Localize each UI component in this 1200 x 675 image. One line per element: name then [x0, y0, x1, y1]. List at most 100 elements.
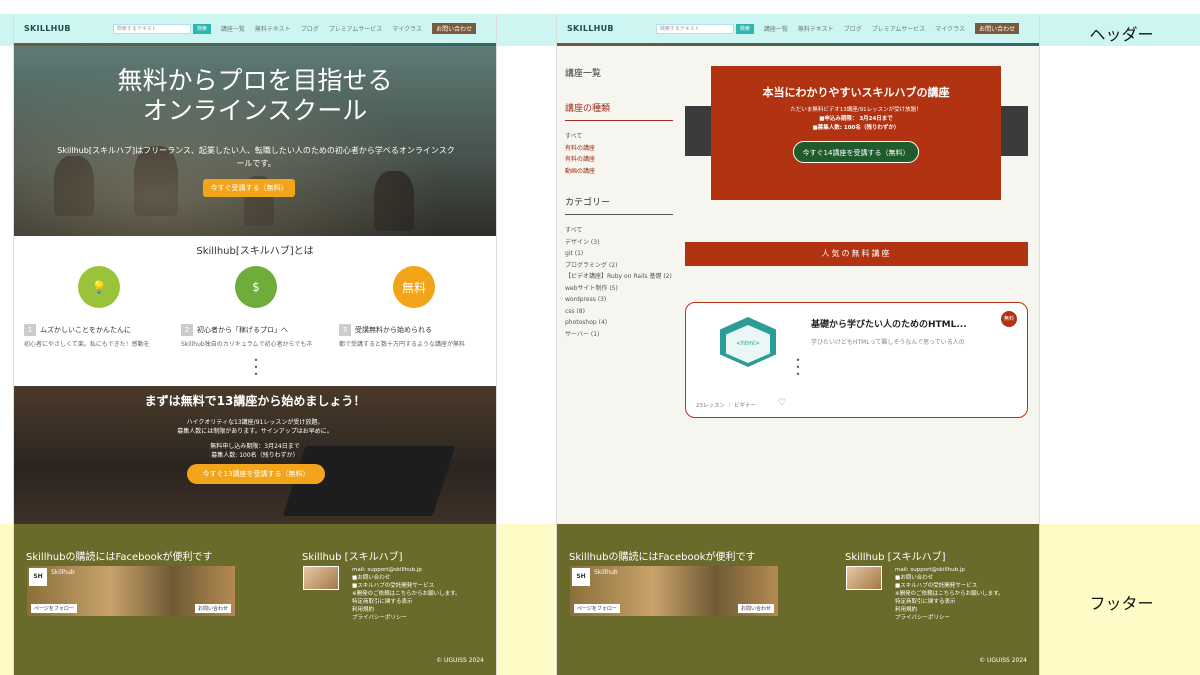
feature-title: ムズかしいことをかんたんに: [40, 326, 131, 334]
footer-link-dev[interactable]: ■スキルハブの受託開発サービス: [352, 582, 461, 590]
nav-courses[interactable]: 講座一覧: [764, 24, 788, 33]
feature-card: 無料 3 受講無料から始められる 都で受講すると数十万円するような講座が無料: [339, 266, 489, 358]
sidebar-category-item[interactable]: wordpress (3): [565, 294, 673, 306]
sidebar-category-item[interactable]: git (1): [565, 248, 673, 260]
sidebar-kind-item[interactable]: すべて: [565, 131, 673, 143]
sidebar-kind-item[interactable]: 動画の講座: [565, 166, 673, 178]
promo-title: 本当にわかりやすいスキルハブの講座: [762, 86, 950, 99]
footer-links: mail: support@skillhub.jp ■お問い合わせ ■スキルハブ…: [352, 566, 461, 622]
footer-link-law[interactable]: 特定商取引に関する表示: [352, 598, 461, 606]
site-footer: Skillhubの購読にはFacebookが便利です SH Skillhub ペ…: [14, 524, 496, 675]
popular-courses-heading: 人気の無料講座: [685, 242, 1028, 266]
promo-signup-button[interactable]: 今すぐ14講座を受講する（無料）: [792, 141, 920, 163]
site-footer: Skillhubの購読にはFacebookが便利です SH Skillhub ペ…: [557, 524, 1039, 675]
sidebar-categories-heading: カテゴリー: [565, 198, 611, 208]
footer-links: mail: support@skillhub.jp ■お問い合わせ ■スキルハブ…: [895, 566, 1004, 622]
facebook-page-widget[interactable]: SH Skillhub ページをフォロー お問い合わせ: [27, 566, 235, 616]
facebook-page-logo: SH: [29, 568, 47, 586]
sidebar-kind-item[interactable]: 有料の講座: [565, 143, 673, 155]
signup-cta-section: まずは無料で13講座から始めましょう！ ハイクオリティな13講座/91レッスンが…: [14, 386, 496, 526]
footer-mail[interactable]: mail: support@skillhub.jp: [895, 566, 1004, 574]
footer-about-heading: Skillhub [スキルハブ]: [302, 552, 403, 563]
footer-link-law[interactable]: 特定商取引に関する表示: [895, 598, 1004, 606]
money-bag-icon: $: [235, 266, 277, 308]
copyright: © UGUISS 2024: [436, 657, 484, 664]
facebook-follow-button[interactable]: ページをフォロー: [31, 604, 77, 613]
search-form: 検索するテキスト 検索: [655, 23, 754, 34]
sidebar-category-item[interactable]: photoshop (4): [565, 317, 673, 329]
facebook-message-button[interactable]: お問い合わせ: [737, 604, 774, 613]
lightbulb-icon: 💡: [78, 266, 120, 308]
footer-link-dev[interactable]: ■スキルハブの受託開発サービス: [895, 582, 1004, 590]
copyright: © UGUISS 2024: [979, 657, 1027, 664]
contact-button[interactable]: お問い合わせ: [975, 23, 1020, 34]
site-logo[interactable]: SKILLHUB: [567, 24, 614, 33]
hero-subtitle: Skillhub[スキルハブ]はフリーランス、起業したい人、転職したい人のための…: [57, 146, 455, 168]
sidebar-kinds-heading: 講座の種類: [565, 104, 611, 114]
search-input[interactable]: 検索するテキスト: [112, 23, 191, 34]
nav-my-class[interactable]: マイクラス: [392, 24, 422, 33]
footer-link-terms[interactable]: 利用規約: [895, 606, 1004, 614]
course-description: 学びたいけどもHTMLって難しそうなんで思っている人の: [811, 339, 965, 346]
nav-free-texts[interactable]: 無料テキスト: [255, 24, 291, 33]
course-sidebar: 講座一覧 講座の種類 すべて 有料の講座 有料の講座 動画の講座 カテゴリー す…: [565, 66, 673, 340]
sidebar-title: 講座一覧: [565, 69, 602, 79]
footer-note: ※開発のご依頼はこちらからお願いします。: [895, 591, 1004, 597]
course-title[interactable]: 基礎から学びたい人のためのHTML...: [811, 317, 967, 330]
search-button[interactable]: 検索: [192, 23, 211, 34]
hero-title: 無料からプロを目指せる オンラインスクール: [117, 66, 393, 125]
nav-courses[interactable]: 講座一覧: [221, 24, 245, 33]
hero-cta-button[interactable]: 今すぐ受講する（無料）: [203, 179, 295, 197]
nav-premium[interactable]: プレミアムサービス: [872, 24, 926, 33]
sidebar-category-item[interactable]: webサイト制作 (5): [565, 283, 673, 295]
cta-signup-button[interactable]: 今すぐ13講座を受講する（無料）: [187, 464, 325, 484]
omission-dots-icon: • • •: [795, 356, 801, 379]
nav-free-texts[interactable]: 無料テキスト: [798, 24, 834, 33]
footer-link-privacy[interactable]: プライバシーポリシー: [352, 614, 461, 622]
cta-title: まずは無料で13講座から始めましょう！: [144, 394, 366, 408]
site-header: SKILLHUB 検索するテキスト 検索 講座一覧 無料テキスト ブログ プレミ…: [14, 14, 496, 43]
feature-title: 受講無料から始められる: [355, 326, 432, 334]
nav-premium[interactable]: プレミアムサービス: [329, 24, 383, 33]
sidebar-category-item[interactable]: 【ビデオ講座】Ruby on Rails 基礎 (2): [565, 271, 673, 283]
heart-icon[interactable]: ♡: [778, 398, 786, 408]
about-title: Skillhub[スキルハブ]とは: [196, 246, 314, 257]
omission-dots-icon: • • •: [253, 356, 259, 379]
page-top-screenshot: SKILLHUB 検索するテキスト 検索 講座一覧 無料テキスト ブログ プレミ…: [13, 14, 497, 675]
search-button[interactable]: 検索: [735, 23, 754, 34]
course-card[interactable]: <html> 基礎から学びたい人のためのHTML... 学びたいけどもHTMLっ…: [685, 302, 1028, 418]
footer-link-contact[interactable]: ■お問い合わせ: [352, 574, 461, 582]
hero-section: 無料からプロを目指せる オンラインスクール Skillhub[スキルハブ]はフリー…: [14, 46, 496, 236]
sidebar-kind-item[interactable]: 有料の講座: [565, 154, 673, 166]
free-badge: 無料: [1001, 311, 1017, 327]
contact-button[interactable]: お問い合わせ: [432, 23, 477, 34]
free-badge-icon: 無料: [393, 266, 435, 308]
comparison-canvas: ヘッダー フッター SKILLHUB 検索するテキスト 検索 講座一覧 無料テキ…: [0, 0, 1200, 675]
footer-about-heading: Skillhub [スキルハブ]: [845, 552, 946, 563]
site-header: SKILLHUB 検索するテキスト 検索 講座一覧 無料テキスト ブログ プレミ…: [557, 14, 1039, 43]
site-logo[interactable]: SKILLHUB: [24, 24, 71, 33]
facebook-page-widget[interactable]: SH Skillhub ページをフォロー お問い合わせ: [570, 566, 778, 616]
nav-my-class[interactable]: マイクラス: [935, 24, 965, 33]
course-meta: 23レッスン ｜ ビギナー: [696, 403, 756, 409]
facebook-page-name: Skillhub: [594, 569, 618, 576]
footer-link-contact[interactable]: ■お問い合わせ: [895, 574, 1004, 582]
cta-deadline: 無料申し込み期限：3月24日まで 募集人数: 100名（残りわずか）: [210, 443, 300, 459]
footer-link-privacy[interactable]: プライバシーポリシー: [895, 614, 1004, 622]
facebook-follow-button[interactable]: ページをフォロー: [574, 604, 620, 613]
sidebar-category-item[interactable]: すべて: [565, 225, 673, 237]
footer-link-terms[interactable]: 利用規約: [352, 606, 461, 614]
facebook-message-button[interactable]: お問い合わせ: [194, 604, 231, 613]
sidebar-category-item[interactable]: デザイン (3): [565, 237, 673, 249]
search-input[interactable]: 検索するテキスト: [655, 23, 734, 34]
sidebar-divider: [565, 120, 673, 121]
sidebar-category-item[interactable]: サーバー (1): [565, 329, 673, 341]
footer-facebook-heading: Skillhubの購読にはFacebookが便利です: [26, 552, 213, 563]
nav-blog[interactable]: ブログ: [844, 24, 862, 33]
sidebar-category-item[interactable]: css (8): [565, 306, 673, 318]
nav-blog[interactable]: ブログ: [301, 24, 319, 33]
footer-avatar: [303, 566, 339, 590]
sidebar-category-item[interactable]: プログラミング (2): [565, 260, 673, 272]
footer-mail[interactable]: mail: support@skillhub.jp: [352, 566, 461, 574]
facebook-page-name: Skillhub: [51, 569, 75, 576]
